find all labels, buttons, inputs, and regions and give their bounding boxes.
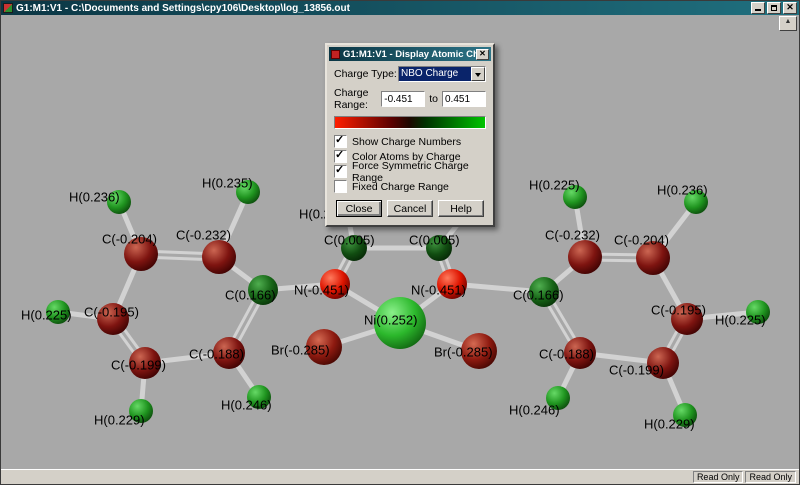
charges-dialog: G1:M1:V1 - Display Atomic Charges Charge…	[325, 43, 495, 227]
atom-label: H(0.229)	[94, 412, 145, 427]
app-icon	[3, 3, 13, 13]
atom-label: N(-0.451)	[411, 282, 466, 297]
charge-gradient-bar	[334, 116, 486, 129]
symmetric-range-checkbox[interactable]: ✓	[334, 165, 347, 178]
fixed-range-label: Fixed Charge Range	[352, 181, 449, 193]
dialog-titlebar[interactable]: G1:M1:V1 - Display Atomic Charges	[329, 47, 491, 61]
atom-label: H(0.225)	[21, 307, 72, 322]
show-charge-numbers-checkbox[interactable]: ✓	[334, 135, 347, 148]
atom-sphere[interactable]	[202, 240, 236, 274]
atom-label: H(0.229)	[644, 416, 695, 431]
atom-sphere[interactable]	[568, 240, 602, 274]
checkbox-row-show-charge-numbers[interactable]: ✓ Show Charge Numbers	[334, 135, 486, 148]
atom-label: C(-0.232)	[545, 227, 600, 242]
charge-type-dropdown-button[interactable]	[471, 67, 485, 81]
atom-label: C(0.166)	[513, 287, 564, 302]
atom-label: C(-0.204)	[614, 232, 669, 247]
atom-label: C(0.166)	[225, 287, 276, 302]
window-title: G1:M1:V1 - C:\Documents and Settings\cpy…	[16, 3, 350, 14]
scroll-up-button[interactable]	[779, 16, 797, 31]
atom-label: H(0.246)	[221, 397, 272, 412]
atom-label: H(0.246)	[509, 402, 560, 417]
atom-label: C(0.005)	[409, 232, 460, 247]
charge-range-to-label: to	[429, 93, 438, 105]
close-button[interactable]	[783, 2, 797, 14]
color-atoms-checkbox[interactable]: ✓	[334, 150, 347, 163]
atom-label: C(0.005)	[324, 232, 375, 247]
fixed-range-checkbox[interactable]: ✓	[334, 180, 347, 193]
close-dialog-button[interactable]: Close	[336, 200, 382, 217]
atom-label: C(-0.232)	[176, 227, 231, 242]
atom-label: Br(-0.285)	[434, 344, 493, 359]
help-button[interactable]: Help	[438, 200, 484, 217]
atom-label: C(-0.199)	[111, 357, 166, 372]
atom-label: C(-0.204)	[102, 231, 157, 246]
status-bar: Read Only Read Only	[1, 469, 799, 484]
dialog-close-button[interactable]	[476, 49, 489, 60]
atom-label: C(-0.195)	[651, 302, 706, 317]
atom-label: Br(-0.285)	[271, 342, 330, 357]
dialog-buttons: Close Cancel Help	[334, 200, 486, 217]
atom-label: Ni(0.252)	[364, 312, 417, 327]
atom-label: H(0.236)	[69, 189, 120, 204]
checkbox-row-symmetric-range[interactable]: ✓ Force Symmetric Charge Range	[334, 165, 486, 178]
charge-range-row: Charge Range: to	[334, 87, 486, 111]
check-icon: ✓	[335, 133, 344, 146]
atom-label: H(0.225)	[529, 177, 580, 192]
atom-label: C(-0.195)	[84, 304, 139, 319]
dialog-title: G1:M1:V1 - Display Atomic Charges	[343, 49, 476, 60]
maximize-button[interactable]	[767, 2, 781, 14]
charge-range-label: Charge Range:	[334, 87, 381, 111]
check-icon: ✓	[335, 163, 344, 176]
charge-type-value: NBO Charge	[399, 67, 471, 81]
atom-label: H(0.236)	[657, 182, 708, 197]
window-controls	[751, 2, 797, 14]
dialog-body: Charge Type: NBO Charge Charge Range: to…	[329, 61, 491, 223]
atom-label: C(-0.188)	[539, 346, 594, 361]
atom-label: C(-0.199)	[609, 362, 664, 377]
read-only-badge-2: Read Only	[745, 471, 796, 483]
charge-range-max-input[interactable]	[442, 91, 486, 107]
charge-type-label: Charge Type:	[334, 68, 397, 80]
main-window: H(0.236) H(0.235) C(-0.204) C(-0.232) H(0.22…	[0, 0, 800, 485]
main-titlebar[interactable]: G1:M1:V1 - C:\Documents and Settings\cpy…	[1, 1, 799, 15]
minimize-button[interactable]	[751, 2, 765, 14]
charge-range-min-input[interactable]	[381, 91, 425, 107]
charge-type-select[interactable]: NBO Charge	[398, 66, 486, 82]
atom-label: N(-0.451)	[294, 282, 349, 297]
atom-label: H(0.225)	[715, 312, 766, 327]
charge-type-row: Charge Type: NBO Charge	[334, 66, 486, 82]
cancel-button[interactable]: Cancel	[387, 200, 433, 217]
dialog-icon	[331, 50, 340, 59]
atom-label: H(0.235)	[202, 175, 253, 190]
check-icon: ✓	[335, 148, 344, 161]
show-charge-numbers-label: Show Charge Numbers	[352, 136, 461, 148]
atom-label: C(-0.188)	[189, 346, 244, 361]
read-only-badge-1: Read Only	[693, 471, 744, 483]
